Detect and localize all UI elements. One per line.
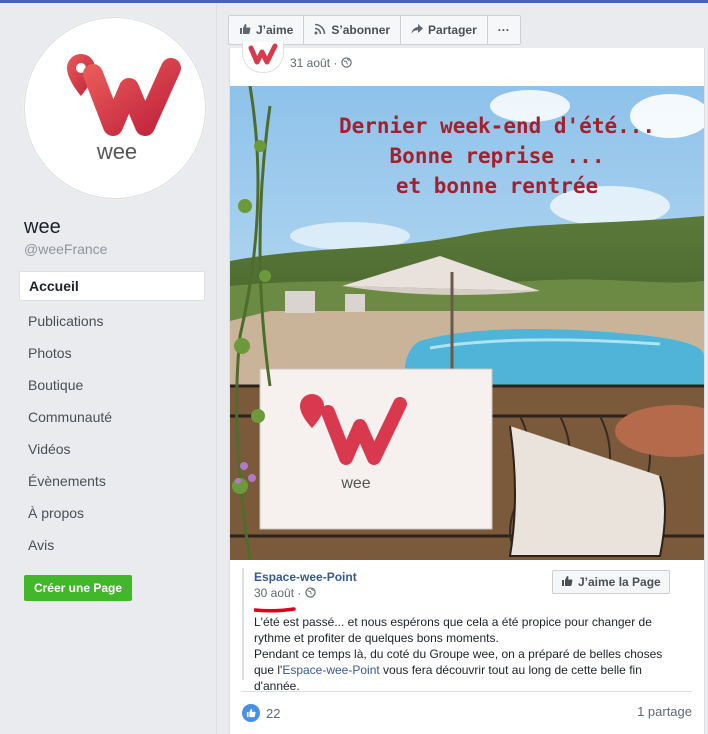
post-footer: 22 1 partage [242, 691, 692, 732]
nav-item-avis[interactable]: Avis [19, 529, 205, 561]
reaction-count[interactable]: 22 [242, 704, 280, 722]
follow-label: S’abonner [331, 23, 391, 37]
nav-item-accueil[interactable]: Accueil [19, 271, 205, 301]
nav-item-boutique[interactable]: Boutique [19, 369, 205, 401]
rss-icon [314, 23, 326, 38]
wee-logo-small [248, 43, 278, 65]
shared-post: Espace-wee-Point 30 août · J’aime la Pag… [242, 568, 694, 693]
shared-author-name[interactable]: Espace-wee-Point [254, 570, 357, 584]
more-options-button[interactable]: ··· [488, 16, 520, 44]
post-timestamp[interactable]: 31 août · [290, 56, 352, 70]
page-action-bar: J’aime S’abonner Partager ··· [228, 15, 521, 45]
nav-item-photos[interactable]: Photos [19, 337, 205, 369]
nav-item-communaute[interactable]: Communauté [19, 401, 205, 433]
nav-item-videos[interactable]: Vidéos [19, 433, 205, 465]
nav-item-evenements[interactable]: Évènements [19, 465, 205, 497]
page-profile-picture[interactable]: wee [24, 17, 206, 199]
like-reaction-icon [242, 704, 260, 722]
page-handle[interactable]: @weeFrance [24, 241, 107, 257]
nav-item-publications[interactable]: Publications [19, 305, 205, 337]
share-label: Partager [428, 23, 477, 37]
photo-headline-line2: Bonne reprise ... [390, 144, 605, 168]
wee-logo: wee [67, 53, 181, 164]
more-icon: ··· [497, 23, 510, 37]
logo-wordmark: wee [96, 139, 137, 164]
share-button[interactable]: Partager [401, 16, 488, 44]
post-author-avatar[interactable] [242, 42, 284, 73]
banner-logo-text: wee [340, 475, 370, 492]
globe-icon [305, 586, 316, 600]
share-arrow-icon [411, 23, 424, 38]
post-photo[interactable]: wee Dernier week-end d'été... Bonne repr… [230, 86, 704, 560]
thumbs-up-icon [561, 575, 573, 590]
shared-timestamp[interactable]: 30 août · [254, 586, 316, 600]
espace-wee-point-link[interactable]: Espace-wee-Point [282, 663, 379, 677]
post-card: 31 août · wee Dernier week-end d'été... … [229, 42, 705, 734]
like-label: J’aime [256, 23, 294, 37]
like-button[interactable]: J’aime [229, 16, 305, 44]
like-page-button[interactable]: J’aime la Page [552, 570, 670, 594]
page-sidebar: wee wee @weeFrance Accueil Publications … [0, 3, 217, 734]
create-page-button[interactable]: Créer une Page [24, 575, 132, 601]
page-name[interactable]: wee [24, 216, 61, 239]
nav-item-a-propos[interactable]: À propos [19, 497, 205, 529]
follow-button[interactable]: S’abonner [304, 16, 402, 44]
page-nav: Accueil Publications Photos Boutique Com… [19, 271, 205, 561]
photo-headline-line1: Dernier week-end d'été... [339, 114, 655, 138]
globe-icon [341, 56, 352, 70]
red-underline-annotation [254, 607, 296, 613]
shared-post-text: L'été est passé... et nous espérons que … [254, 615, 663, 693]
photo-headline-line3: et bonne rentrée [396, 174, 598, 198]
share-count[interactable]: 1 partage [637, 704, 692, 719]
thumbs-up-icon [239, 23, 251, 38]
